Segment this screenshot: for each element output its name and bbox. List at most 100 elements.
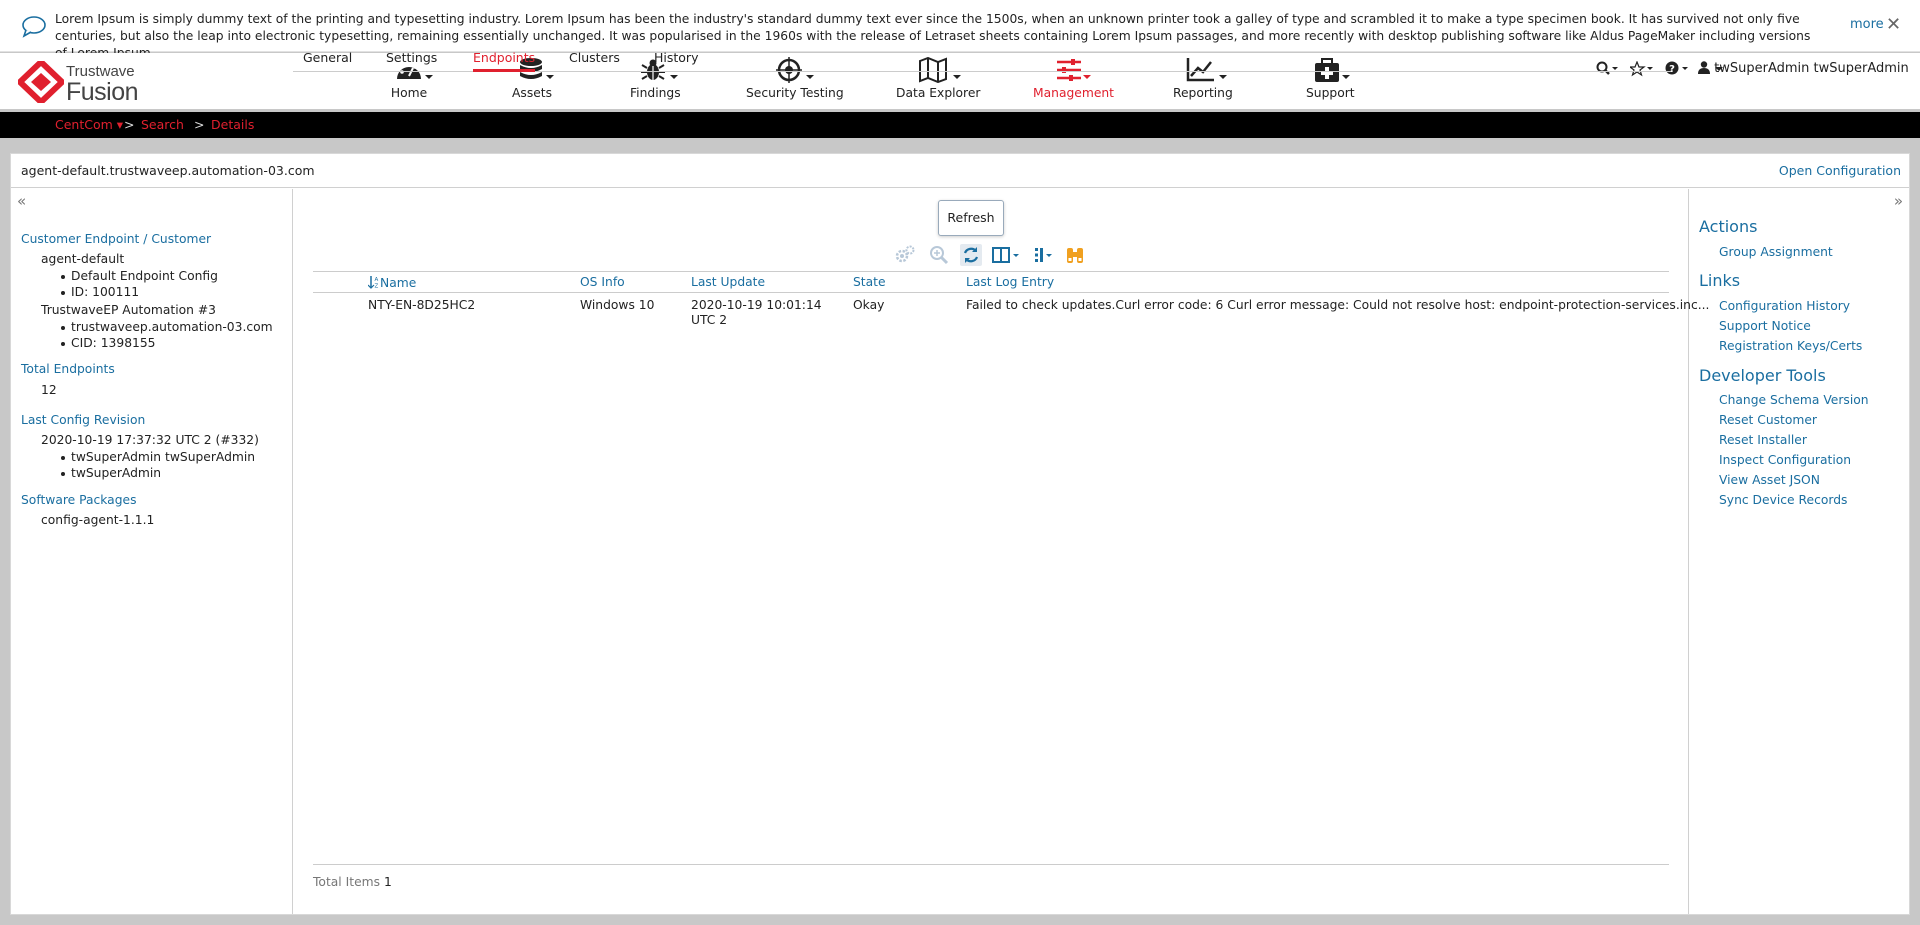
customer-cid: CID: 1398155 [61, 336, 156, 350]
chevron-down-icon [546, 75, 554, 79]
software-packages-header: Software Packages [21, 493, 137, 507]
sort-ascending-icon: AZ [367, 276, 379, 290]
user-menu[interactable]: twSuperAdmin twSuperAdmin [1698, 61, 1909, 77]
open-configuration-link[interactable]: Open Configuration [1779, 163, 1901, 178]
breadcrumb-separator: > [124, 117, 135, 132]
collapse-right-icon[interactable]: » [1894, 192, 1903, 210]
last-config-revision-header: Last Config Revision [21, 413, 146, 427]
revision-user: twSuperAdmin [60, 466, 162, 480]
page-title: agent-default.trustwaveep.automation-03.… [21, 163, 315, 178]
endpoint-desc: Default Endpoint Config [61, 269, 218, 283]
tab-endpoints[interactable]: Endpoints [473, 50, 536, 72]
revision-value: 2020-10-19 17:37:32 UTC 2 (#332) [41, 433, 259, 447]
user-icon [1698, 61, 1710, 74]
tab-general[interactable]: General [303, 50, 352, 69]
actions-header: Actions [1699, 217, 1758, 236]
link-configuration-history[interactable]: Configuration History [1719, 299, 1850, 313]
breadcrumb: CentCom ▾ > Search > Details [0, 112, 1920, 138]
user-name: twSuperAdmin twSuperAdmin [1714, 61, 1909, 76]
nav-reporting-label: Reporting [1173, 86, 1233, 100]
breadcrumb-details[interactable]: Details [211, 117, 254, 132]
total-items-label: Total Items [313, 875, 381, 889]
column-last-log-entry[interactable]: Last Log Entry [966, 275, 1054, 289]
breadcrumb-separator: > [194, 117, 205, 132]
brand-name: Fusion [66, 78, 139, 106]
chevron-down-icon [806, 75, 814, 79]
list-icon[interactable] [1032, 244, 1056, 266]
collapse-left-icon[interactable]: « [17, 192, 26, 210]
endpoint-id: ID: 100111 [60, 285, 140, 299]
action-group-assignment[interactable]: Group Assignment [1719, 245, 1833, 259]
svg-text:A: A [375, 277, 379, 283]
customer-header: Customer Endpoint / Customer [21, 232, 212, 246]
grid-footer: Total Items 1 [313, 875, 392, 889]
total-endpoints-value: 12 [41, 383, 57, 397]
column-state[interactable]: State [853, 275, 886, 289]
chevron-down-icon [670, 75, 678, 79]
breadcrumb-centcom-label: CentCom [55, 117, 113, 132]
nav-data-explorer-label: Data Explorer [896, 86, 981, 100]
cell-state: Okay [853, 298, 885, 312]
endpoint-name: agent-default [41, 252, 125, 266]
nav-assets-label: Assets [512, 86, 553, 100]
panel-header: agent-default.trustwaveep.automation-03.… [11, 154, 1909, 188]
column-name-label: Name [380, 276, 417, 290]
customer-domain: trustwaveep.automation-03.com [61, 320, 273, 334]
zoom-icon[interactable] [928, 244, 950, 266]
dev-inspect-configuration[interactable]: Inspect Configuration [1719, 453, 1851, 467]
svg-text:Z: Z [375, 284, 379, 290]
dev-view-asset-json[interactable]: View Asset JSON [1719, 473, 1820, 487]
refresh-icon[interactable] [960, 244, 982, 266]
dev-reset-installer[interactable]: Reset Installer [1719, 433, 1807, 447]
breadcrumb-search[interactable]: Search [141, 117, 184, 132]
nav-findings-label: Findings [630, 86, 681, 100]
chevron-down-icon [1342, 75, 1350, 79]
customer-name: TrustwaveEP Automation #3 [41, 303, 216, 317]
notice-more-link[interactable]: more [1850, 17, 1884, 32]
settings-icon[interactable] [894, 244, 916, 266]
total-items-value: 1 [383, 875, 392, 889]
chevron-down-icon [953, 75, 961, 79]
revision-user-full: twSuperAdmin twSuperAdmin [60, 450, 256, 464]
column-name[interactable]: A Z Name [367, 275, 417, 290]
notice-banner: Lorem Ipsum is simply dummy text of the … [0, 0, 1920, 60]
detail-tabs: General Settings Endpoints Clusters Hist… [293, 50, 1671, 72]
chevron-down-icon [425, 75, 433, 79]
details-panel: agent-default.trustwaveep.automation-03.… [10, 153, 1910, 915]
link-support-notice[interactable]: Support Notice [1719, 319, 1811, 333]
endpoints-grid-header: A Z Name OS Info Last Update State Last Lo… [313, 271, 1669, 293]
column-os-info[interactable]: OS Info [580, 275, 625, 289]
dev-reset-customer[interactable]: Reset Customer [1719, 413, 1817, 427]
binoculars-icon[interactable] [1064, 244, 1086, 266]
chevron-down-icon [1083, 75, 1091, 79]
column-last-update[interactable]: Last Update [691, 275, 765, 289]
nav-support-label: Support [1306, 86, 1355, 100]
total-endpoints-header: Total Endpoints [21, 362, 115, 376]
chat-bubble-icon [22, 16, 46, 38]
cell-os-info: Windows 10 [580, 298, 655, 312]
cell-last-update-tz: UTC 2 [691, 313, 728, 327]
cell-name: NTY-EN-8D25HC2 [368, 298, 476, 312]
breadcrumb-centcom[interactable]: CentCom ▾ [55, 117, 123, 132]
tab-settings[interactable]: Settings [386, 50, 437, 69]
software-package: config-agent-1.1.1 [41, 513, 155, 527]
nav-home-label: Home [390, 86, 428, 100]
columns-icon[interactable] [991, 244, 1023, 266]
left-sidebar: « Customer Endpoint / Customer agent-def… [11, 189, 293, 914]
chevron-down-icon [1219, 75, 1227, 79]
link-registration-keys[interactable]: Registration Keys/Certs [1719, 339, 1862, 353]
grid-footer-divider [313, 864, 1669, 865]
cell-last-update: 2020-10-19 10:01:14 [691, 298, 822, 312]
trustwave-mark-icon [15, 57, 67, 107]
refresh-tooltip: Refresh [938, 200, 1004, 236]
dev-change-schema-version[interactable]: Change Schema Version [1719, 393, 1869, 407]
close-icon[interactable]: ✕ [1886, 14, 1901, 35]
links-header: Links [1699, 271, 1741, 290]
nav-security-testing-label: Security Testing [746, 86, 844, 100]
tab-history[interactable]: History [654, 50, 698, 69]
dev-sync-device-records[interactable]: Sync Device Records [1719, 493, 1847, 507]
tab-clusters[interactable]: Clusters [569, 50, 620, 69]
cell-last-log-entry: Failed to check updates.Curl error code:… [966, 298, 1710, 312]
trustwave-logo[interactable]: Trustwave Fusion [15, 57, 178, 107]
right-sidebar: » Actions Group Assignment Links Configu… [1688, 189, 1909, 914]
